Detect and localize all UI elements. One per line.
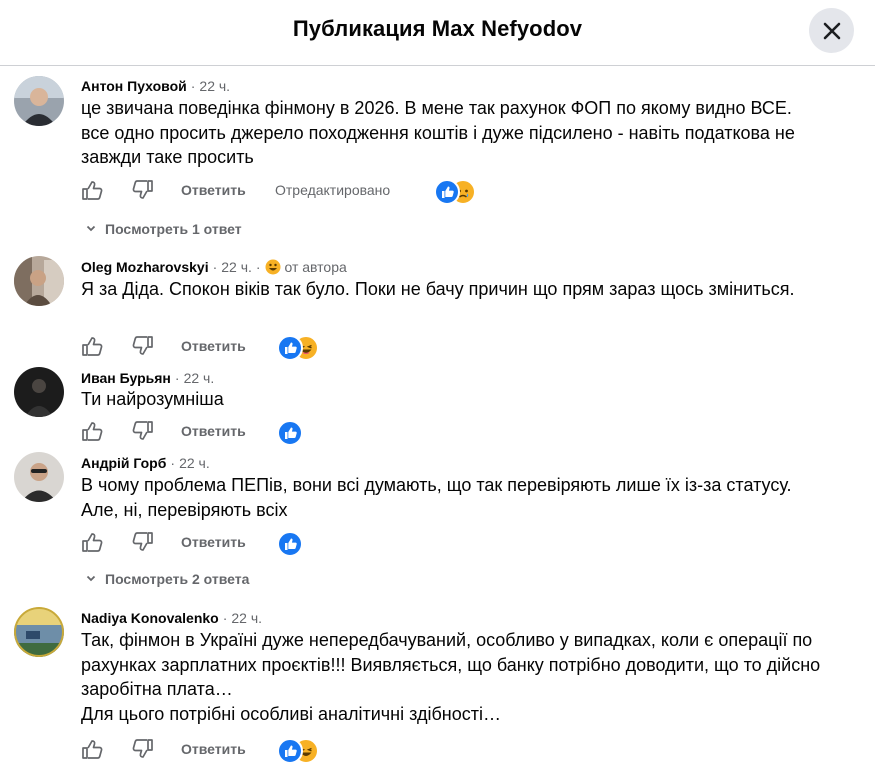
comment-time[interactable]: 22 ч. xyxy=(179,455,210,471)
edited-label[interactable]: Отредактировано xyxy=(275,182,390,198)
dislike-icon[interactable] xyxy=(132,531,154,553)
like-icon[interactable] xyxy=(81,179,103,201)
like-icon[interactable] xyxy=(81,335,103,357)
dislike-icon[interactable] xyxy=(132,738,154,760)
comment-author[interactable]: Oleg Mozharovskyi xyxy=(81,259,209,275)
like-icon[interactable] xyxy=(81,420,103,442)
reply-button[interactable]: Ответить xyxy=(181,338,246,354)
avatar[interactable] xyxy=(14,367,64,417)
comment-time[interactable]: 22 ч. xyxy=(199,78,230,94)
reply-button[interactable]: Ответить xyxy=(181,534,246,550)
like-reaction-icon xyxy=(277,738,303,764)
comment-text-second-line: Для цього потрібні особливі аналітичні з… xyxy=(81,704,501,724)
dislike-icon[interactable] xyxy=(132,179,154,201)
like-reaction-icon xyxy=(434,179,460,205)
reply-button[interactable]: Ответить xyxy=(181,423,246,439)
comment-text: Ти найрозумніша xyxy=(81,389,224,409)
comment-text: В чому проблема ПЕПів, вони всі думають,… xyxy=(81,475,792,520)
like-icon[interactable] xyxy=(81,738,103,760)
comment-author[interactable]: Nadiya Konovalenko xyxy=(81,610,219,626)
avatar[interactable] xyxy=(14,452,64,502)
reply-button[interactable]: Ответить xyxy=(181,741,246,757)
avatar[interactable] xyxy=(14,256,64,306)
comment-author[interactable]: Антон Пуховой xyxy=(81,78,187,94)
avatar[interactable] xyxy=(14,607,64,657)
close-icon xyxy=(823,22,840,39)
comment-time[interactable]: 22 ч. xyxy=(231,610,262,626)
comment-time[interactable]: 22 ч. xyxy=(184,370,215,386)
author-badge: от автора xyxy=(284,259,347,275)
like-reaction-icon xyxy=(277,420,303,446)
reply-button[interactable]: Ответить xyxy=(181,182,246,198)
avatar[interactable] xyxy=(14,76,64,126)
dislike-icon[interactable] xyxy=(132,420,154,442)
view-replies-button[interactable]: Посмотреть 2 ответа xyxy=(85,571,249,587)
comment-text: Я за Діда. Спокон віків так було. Поки н… xyxy=(81,279,795,299)
comments-list: Антон Пуховой · 22 ч. це звичана поведінка… xyxy=(0,66,875,764)
comment-author[interactable]: Андрій Горб xyxy=(81,455,166,471)
chevron-down-icon xyxy=(86,575,96,582)
chevron-down-icon xyxy=(86,225,96,232)
dialog-header: Публикация Max Nefyodov xyxy=(0,0,875,66)
comment-text: Так, фінмон в Україні дуже непередбачува… xyxy=(81,630,821,699)
comment-time[interactable]: 22 ч. xyxy=(221,259,252,275)
close-button[interactable] xyxy=(809,8,854,53)
like-reaction-icon xyxy=(277,531,303,557)
dislike-icon[interactable] xyxy=(132,335,154,357)
comment-author[interactable]: Иван Бурьян xyxy=(81,370,171,386)
like-icon[interactable] xyxy=(81,531,103,553)
comment-text: це звичана поведінка фінмону в 2026. В м… xyxy=(81,98,795,167)
author-badge-icon xyxy=(265,259,281,275)
like-reaction-icon xyxy=(277,335,303,361)
view-replies-button[interactable]: Посмотреть 1 ответ xyxy=(85,221,242,237)
dialog-title: Публикация Max Nefyodov xyxy=(292,16,583,41)
